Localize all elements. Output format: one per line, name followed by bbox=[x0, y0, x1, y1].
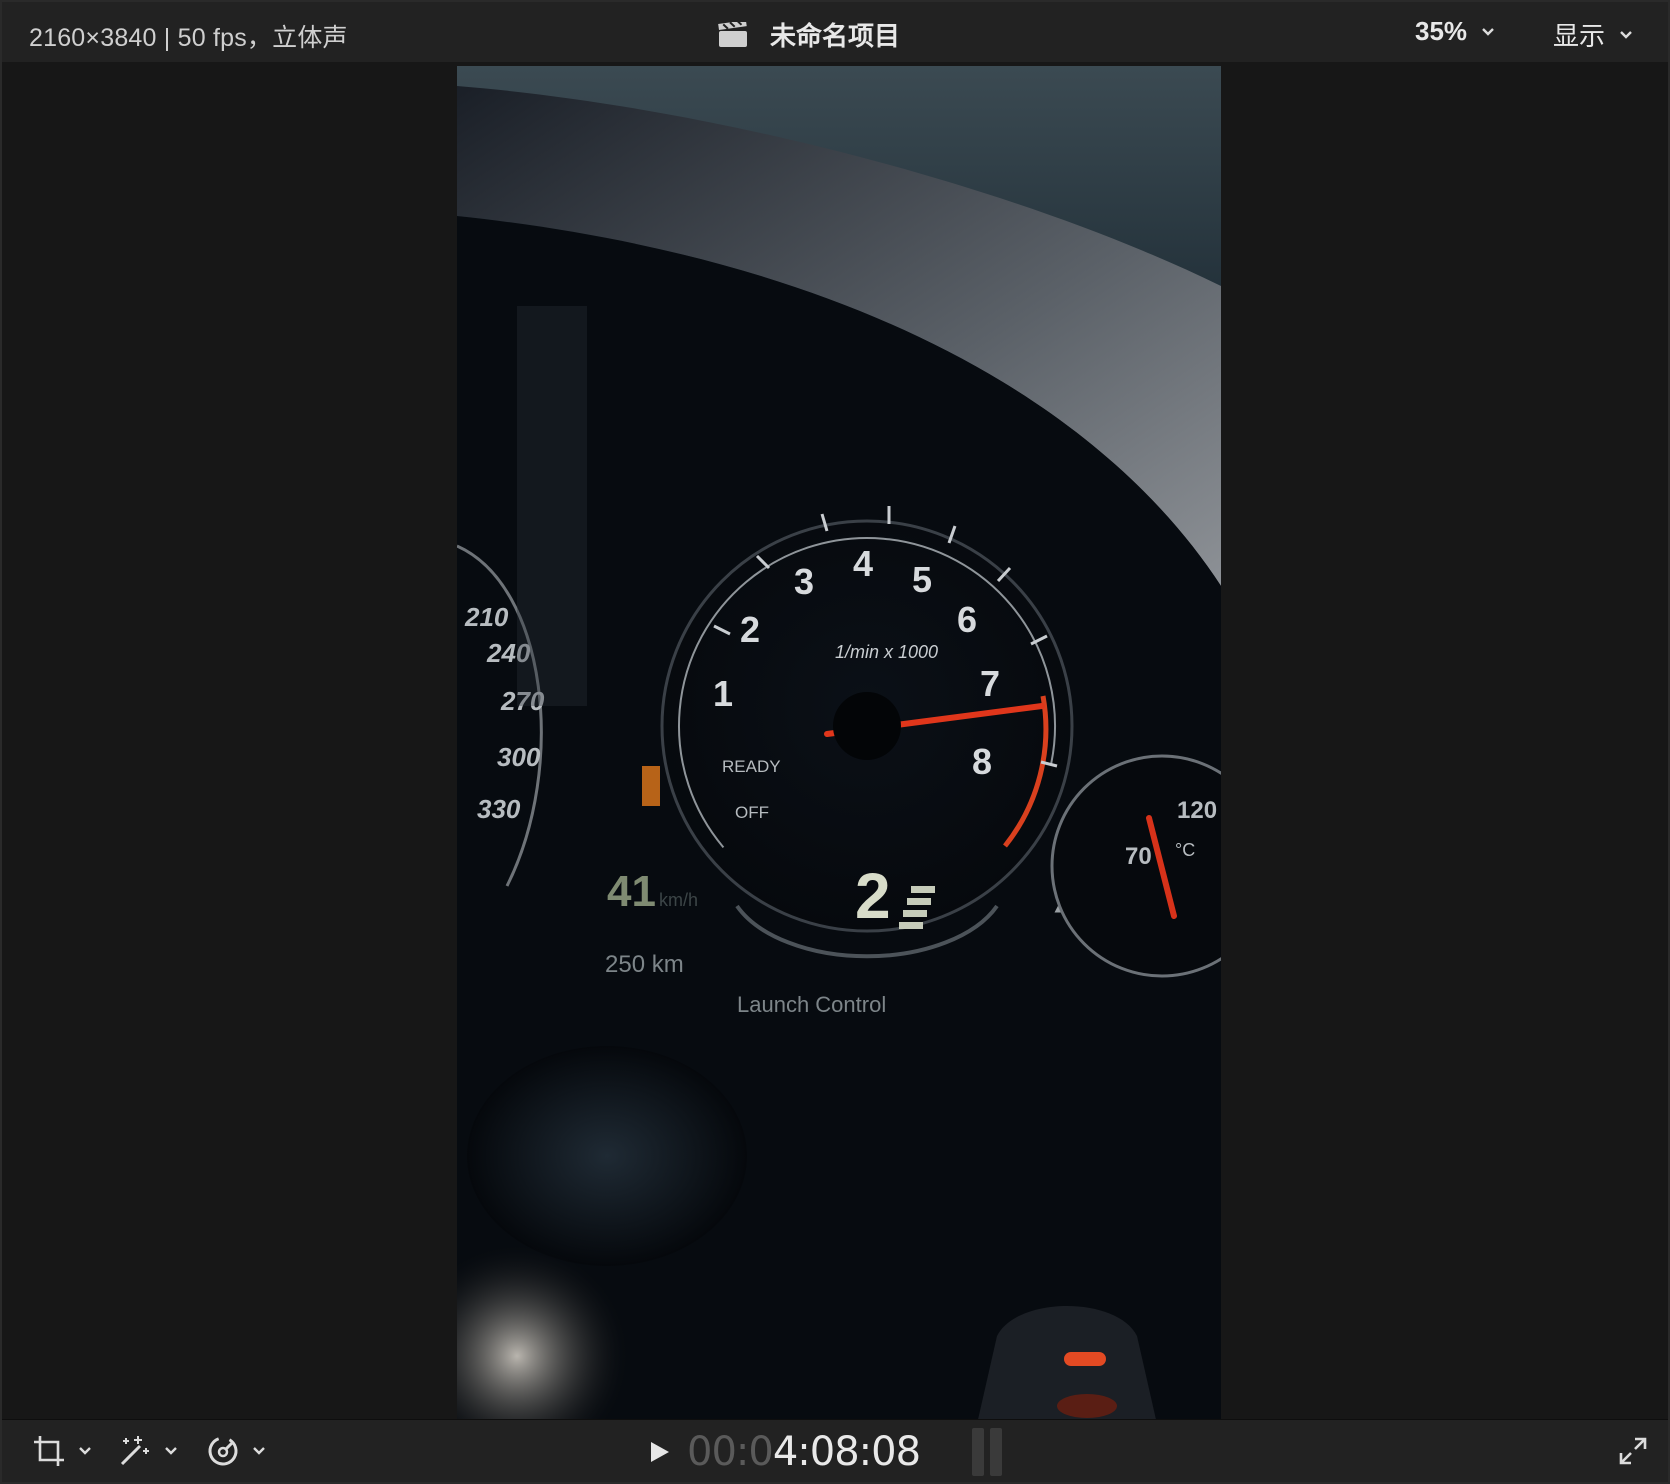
audio-meter-left bbox=[972, 1428, 985, 1476]
view-dropdown[interactable]: 显示 bbox=[1553, 16, 1633, 53]
speedo-number: 330 bbox=[477, 794, 521, 824]
project-title-group: 未命名项目 bbox=[718, 16, 900, 53]
dashboard-image: 210 240 270 300 330 1 2 3 4 5 6 7 8 1/mi… bbox=[457, 66, 1221, 1424]
tach-number: 7 bbox=[980, 663, 1000, 704]
timecode-display[interactable]: 00:04:08:08 bbox=[687, 1429, 921, 1475]
gear-indicator: 2 bbox=[855, 860, 891, 932]
speed-readout: 41 bbox=[607, 867, 656, 916]
timecode-dim: 00:0 bbox=[687, 1429, 774, 1475]
tach-number: 2 bbox=[740, 609, 760, 650]
chevron-down-icon bbox=[1482, 27, 1494, 36]
speed-unit: km/h bbox=[659, 890, 698, 910]
format-info: 2160×3840 | 50 fps，立体声 bbox=[29, 24, 348, 52]
tach-number: 4 bbox=[853, 543, 873, 584]
playback-controls: 00:04:08:08 bbox=[647, 1428, 1003, 1476]
launch-control-label: Launch Control bbox=[737, 992, 886, 1017]
tach-number: 8 bbox=[972, 741, 992, 782]
viewer-bottom-bar: 00:04:08:08 bbox=[2, 1419, 1668, 1482]
tach-number: 1 bbox=[713, 673, 733, 714]
fullscreen-button[interactable] bbox=[1618, 1436, 1648, 1471]
chevron-down-icon bbox=[79, 1447, 91, 1455]
retime-tool-button[interactable] bbox=[206, 1434, 266, 1468]
speedo-number: 210 bbox=[464, 602, 509, 632]
expand-icon bbox=[1619, 1437, 1647, 1465]
chevron-down-icon bbox=[165, 1447, 177, 1455]
tach-number: 6 bbox=[957, 599, 977, 640]
magic-wand-icon bbox=[120, 1436, 149, 1466]
crop-icon bbox=[34, 1436, 64, 1466]
timecode-bright: 4:08:08 bbox=[772, 1429, 921, 1475]
enhance-tool-button[interactable] bbox=[116, 1434, 178, 1468]
project-title: 未命名项目 bbox=[770, 21, 901, 51]
tach-unit: 1/min x 1000 bbox=[835, 642, 938, 662]
viewer-canvas[interactable]: 210 240 270 300 330 1 2 3 4 5 6 7 8 1/mi… bbox=[2, 62, 1668, 1424]
speed-gauge-icon bbox=[208, 1436, 238, 1466]
audio-meter-right bbox=[990, 1428, 1003, 1476]
zoom-dropdown[interactable]: 35% bbox=[1415, 16, 1495, 47]
video-frame[interactable]: 210 240 270 300 330 1 2 3 4 5 6 7 8 1/mi… bbox=[457, 66, 1221, 1424]
viewer-top-bar: 2160×3840 | 50 fps，立体声 未命名项目 35% 显示 bbox=[2, 2, 1668, 63]
tach-off: OFF bbox=[735, 803, 769, 822]
audio-meter bbox=[972, 1428, 1003, 1476]
play-icon[interactable] bbox=[647, 1439, 671, 1465]
temp-unit: °C bbox=[1175, 840, 1195, 860]
tach-ready: READY bbox=[722, 757, 781, 776]
clapperboard-icon bbox=[718, 21, 747, 47]
chevron-down-icon bbox=[253, 1447, 265, 1455]
speedo-number: 300 bbox=[497, 742, 541, 772]
viewer-window: 2160×3840 | 50 fps，立体声 未命名项目 35% 显示 210 … bbox=[0, 0, 1670, 1484]
view-menu-label: 显示 bbox=[1553, 21, 1606, 51]
tach-number: 3 bbox=[794, 561, 814, 602]
range-readout: 250 km bbox=[605, 951, 684, 978]
tach-number: 5 bbox=[912, 559, 932, 600]
crop-tool-button[interactable] bbox=[32, 1434, 92, 1468]
zoom-level: 35% bbox=[1415, 16, 1468, 46]
chevron-down-icon bbox=[1620, 30, 1632, 39]
temp-high: 120 bbox=[1177, 797, 1217, 824]
temp-low: 70 bbox=[1125, 843, 1152, 870]
